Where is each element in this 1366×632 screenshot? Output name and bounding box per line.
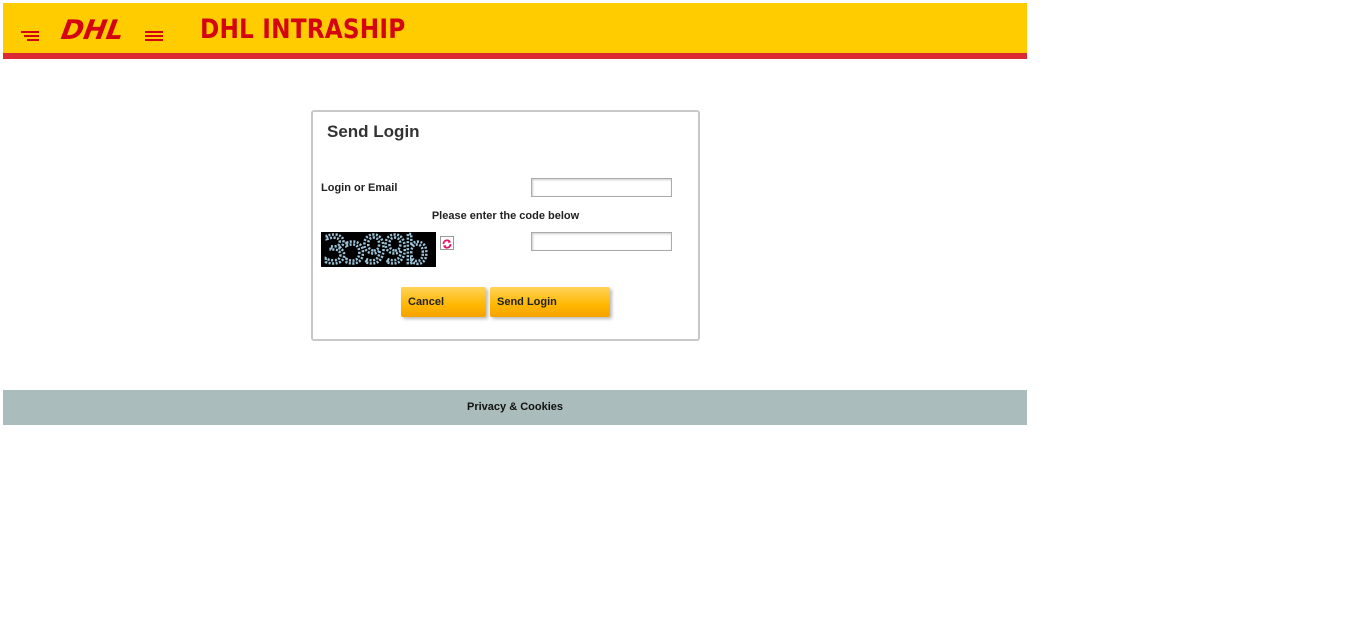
- refresh-captcha-button[interactable]: [440, 236, 454, 250]
- send-login-panel: Send Login Login or Email Please enter t…: [311, 110, 700, 341]
- footer-bar: Privacy & Cookies: [3, 390, 1027, 425]
- svg-text:DHL: DHL: [59, 17, 127, 43]
- header-bar: DHL DHL INTRASHIP: [3, 3, 1027, 53]
- code-hint-label: Please enter the code below: [431, 210, 580, 222]
- send-login-button[interactable]: Send Login: [490, 287, 610, 317]
- captcha-image: 3ɔ99b: [321, 232, 436, 267]
- captcha-code-input[interactable]: [531, 232, 672, 251]
- header-stripe: [3, 53, 1027, 59]
- app-title: DHL INTRASHIP: [200, 14, 406, 45]
- cancel-button[interactable]: Cancel: [401, 287, 486, 317]
- login-or-email-input[interactable]: [531, 178, 672, 197]
- privacy-cookies-link[interactable]: Privacy & Cookies: [3, 401, 1027, 413]
- refresh-icon: [442, 239, 452, 249]
- panel-title: Send Login: [327, 122, 420, 141]
- svg-text:3ɔ99b: 3ɔ99b: [323, 232, 427, 267]
- dhl-logo: DHL: [21, 17, 163, 43]
- login-or-email-label: Login or Email: [321, 182, 398, 194]
